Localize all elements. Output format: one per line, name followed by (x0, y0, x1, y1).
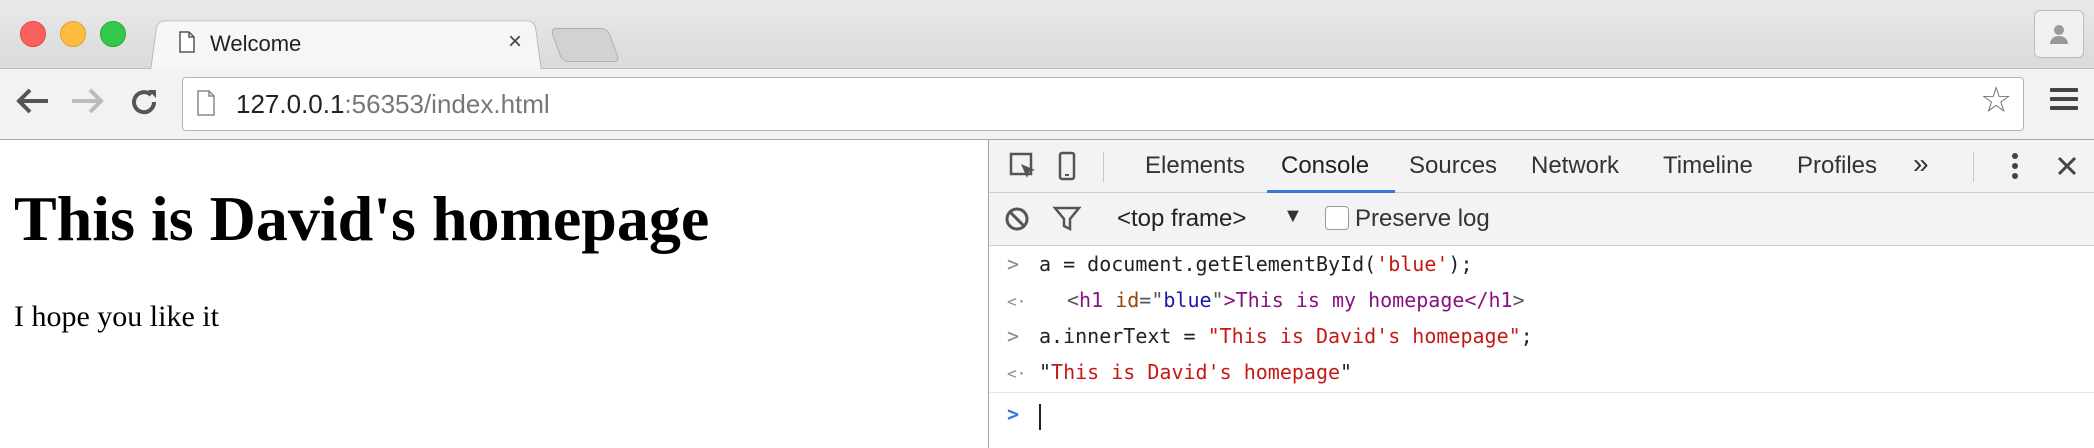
result-prompt-icon: <· (1007, 364, 1027, 383)
hamburger-menu-icon[interactable] (2050, 88, 2078, 115)
tab-console[interactable]: Console (1281, 152, 1369, 180)
tab-timeline[interactable]: Timeline (1663, 152, 1753, 180)
profile-button[interactable] (2034, 10, 2084, 58)
url-host: 127.0.0.1 (236, 89, 345, 119)
result-prompt-icon: <· (1007, 292, 1027, 311)
tab-profiles[interactable]: Profiles (1797, 152, 1877, 180)
device-mode-icon[interactable] (1051, 150, 1083, 182)
person-icon (2050, 25, 2068, 44)
maximize-window-button[interactable] (100, 21, 126, 47)
close-window-button[interactable] (20, 21, 46, 47)
devtools-panel: Elements Console Sources Network Timelin… (988, 140, 2094, 448)
page-heading: This is David's homepage (14, 183, 710, 254)
page-icon (178, 30, 196, 58)
tab-close-icon[interactable]: × (508, 30, 522, 54)
close-devtools-icon[interactable] (2051, 150, 2083, 182)
frame-selector[interactable]: <top frame> (1117, 205, 1246, 233)
input-prompt-icon: > (1007, 252, 1020, 276)
url-path: :56353/index.html (344, 89, 550, 119)
console-output: > a = document.getElementById('blue'); <… (989, 246, 2094, 448)
divider (989, 392, 2094, 393)
back-arrow-icon[interactable] (14, 86, 50, 122)
console-line[interactable]: <· <h1 id="blue">This is my homepage</h1… (989, 282, 2094, 318)
kebab-menu-icon[interactable] (1999, 150, 2031, 182)
filter-icon[interactable] (1051, 203, 1083, 235)
inspect-element-icon[interactable] (1007, 150, 1039, 182)
bookmark-star-icon[interactable]: ☆ (1980, 82, 2012, 118)
console-line: > a = document.getElementById('blue'); (1007, 252, 1473, 276)
browser-tab-content: Welcome (178, 22, 538, 66)
tab-sources[interactable]: Sources (1409, 152, 1497, 180)
input-prompt-icon: > (1007, 324, 1020, 348)
console-line: <· "This is David's homepage" (1007, 360, 1353, 384)
more-tabs-icon[interactable]: » (1913, 148, 1929, 180)
new-tab-button[interactable] (549, 28, 621, 62)
input-prompt-icon: > (1007, 402, 1020, 426)
chevron-down-icon[interactable]: ▼ (1283, 205, 1303, 228)
minimize-window-button[interactable] (60, 21, 86, 47)
preserve-log-label: Preserve log (1355, 205, 1490, 232)
forward-arrow-icon[interactable] (70, 86, 106, 122)
devtools-tab-bar: Elements Console Sources Network Timelin… (989, 140, 2094, 193)
tab-network[interactable]: Network (1531, 152, 1619, 180)
reload-icon[interactable] (128, 86, 160, 124)
page-viewport: This is David's homepage I hope you like… (0, 140, 988, 448)
console-input[interactable]: > (989, 396, 2094, 432)
page-paragraph: I hope you like it (14, 300, 219, 333)
console-line: > a.innerText = "This is David's homepag… (1007, 324, 1533, 348)
preserve-log-checkbox[interactable] (1325, 206, 1349, 230)
page-icon (196, 90, 216, 121)
tab-elements[interactable]: Elements (1145, 152, 1245, 180)
tab-title: Welcome (210, 31, 302, 56)
console-toolbar: <top frame> ▼ Preserve log (989, 193, 2094, 246)
text-cursor (1039, 404, 1041, 430)
clear-console-icon[interactable] (1001, 203, 1033, 235)
url-text: 127.0.0.1:56353/index.html (236, 89, 550, 120)
